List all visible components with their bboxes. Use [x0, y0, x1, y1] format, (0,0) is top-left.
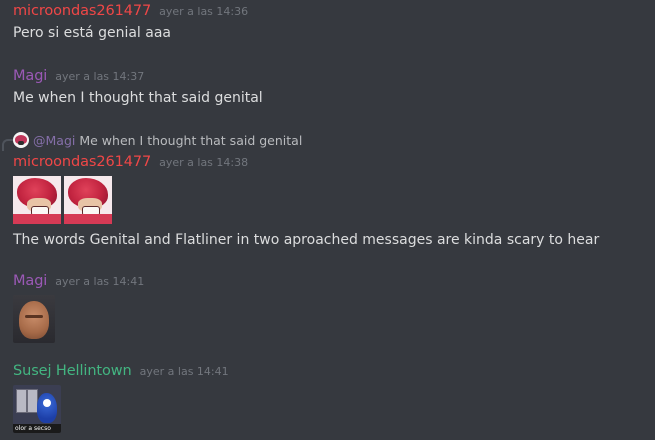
- knuckles-emoji[interactable]: [64, 176, 112, 224]
- author-name[interactable]: microondas261477: [13, 154, 151, 170]
- message-header: microondas261477 ayer a las 14:38: [13, 154, 655, 170]
- reply-reference[interactable]: @Magi Me when I thought that said genita…: [13, 131, 302, 149]
- emoji-row: [13, 176, 655, 224]
- author-name[interactable]: Magi: [13, 273, 47, 289]
- message-content: The words Genital and Flatliner in two a…: [13, 232, 600, 248]
- message-header: microondas261477 ayer a las 14:36: [13, 3, 655, 19]
- message-5: Susej Hellintown ayer a las 14:41 olor a…: [13, 363, 655, 433]
- message-header: Magi ayer a las 14:41: [13, 273, 655, 289]
- author-name[interactable]: microondas261477: [13, 3, 151, 19]
- reply-mention[interactable]: @Magi: [33, 133, 75, 148]
- timestamp: ayer a las 14:41: [55, 275, 145, 288]
- sonic-image[interactable]: olor a secso: [13, 385, 61, 433]
- message-2: Magi ayer a las 14:37 Me when I thought …: [13, 68, 655, 106]
- timestamp: ayer a las 14:36: [159, 5, 249, 18]
- message-header: Susej Hellintown ayer a las 14:41: [13, 363, 655, 379]
- rock-face-image[interactable]: [13, 295, 55, 343]
- author-name[interactable]: Susej Hellintown: [13, 363, 132, 379]
- message-content: Pero si está genial aaa: [13, 25, 171, 41]
- image-caption: olor a secso: [13, 424, 61, 433]
- message-3: microondas261477 ayer a las 14:38 The wo…: [13, 154, 655, 248]
- timestamp: ayer a las 14:38: [159, 156, 249, 169]
- message-4: Magi ayer a las 14:41: [13, 273, 655, 343]
- timestamp: ayer a las 14:41: [139, 365, 229, 378]
- message-content: Me when I thought that said genital: [13, 90, 263, 106]
- timestamp: ayer a las 14:37: [55, 70, 145, 83]
- knuckles-emoji[interactable]: [13, 176, 61, 224]
- message-1: microondas261477 ayer a las 14:36 Pero s…: [13, 3, 655, 41]
- reply-text[interactable]: Me when I thought that said genital: [79, 133, 302, 148]
- reply-avatar: [13, 132, 29, 148]
- message-header: Magi ayer a las 14:37: [13, 68, 655, 84]
- author-name[interactable]: Magi: [13, 68, 47, 84]
